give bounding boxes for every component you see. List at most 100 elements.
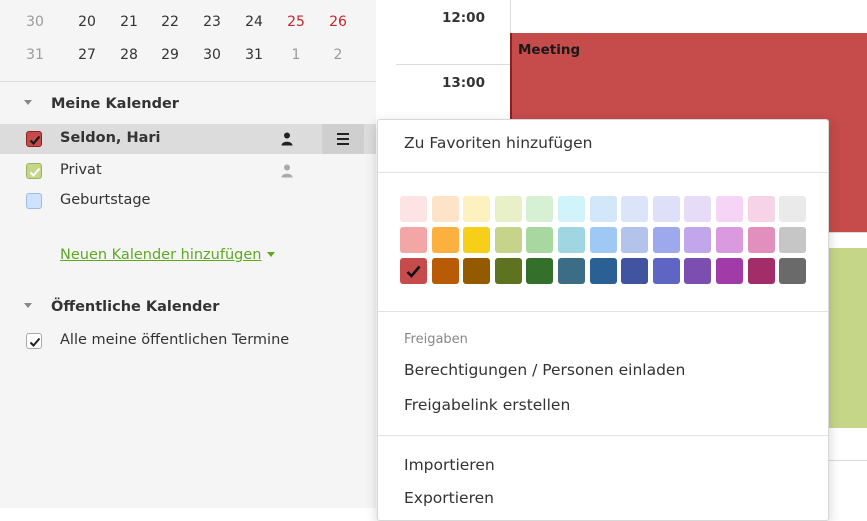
add-calendar-label: Neuen Kalender hinzufügen [60, 247, 262, 263]
import-item[interactable]: Importieren [404, 456, 495, 474]
public-calendars-header[interactable]: Öffentliche Kalender [24, 299, 219, 315]
time-label: 12:00 [442, 10, 485, 26]
calendar-folder-geburtstage[interactable]: Geburtstage [0, 186, 376, 216]
calendar-context-menu: Zu Favoriten hinzufügen Freigaben Berech… [377, 119, 829, 521]
color-swatch[interactable] [400, 196, 427, 222]
calendar-checkbox[interactable] [26, 193, 42, 209]
color-swatch[interactable] [526, 258, 554, 284]
menu-divider [378, 435, 828, 436]
menu-divider [378, 311, 828, 312]
color-swatch[interactable] [652, 258, 680, 284]
color-swatch[interactable] [652, 227, 680, 253]
divider [0, 81, 376, 82]
color-swatch[interactable] [400, 258, 427, 284]
day-cell[interactable]: 30 [201, 47, 223, 63]
color-swatch[interactable] [400, 227, 427, 253]
hour-gridline [827, 460, 867, 461]
color-swatch[interactable] [589, 196, 617, 222]
color-swatch[interactable] [494, 227, 522, 253]
day-cell[interactable]: 27 [76, 47, 98, 63]
day-cell[interactable]: 29 [159, 47, 181, 63]
color-swatch[interactable] [431, 227, 459, 253]
color-swatch[interactable] [684, 227, 712, 253]
hamburger-icon [337, 133, 349, 145]
checkmark-icon [29, 337, 41, 347]
color-swatch[interactable] [589, 258, 617, 284]
day-cell[interactable]: 1 [285, 47, 307, 63]
section-title: Öffentliche Kalender [51, 299, 220, 315]
color-swatch[interactable] [589, 227, 617, 253]
color-swatch[interactable] [716, 258, 743, 284]
color-swatch[interactable] [779, 196, 807, 222]
color-swatch[interactable] [621, 227, 649, 253]
calendar-folder-label: Privat [60, 162, 102, 178]
color-swatch[interactable] [779, 258, 807, 284]
public-calendar-label: Alle meine öffentlichen Termine [60, 332, 290, 348]
day-cell[interactable]: 31 [243, 47, 265, 63]
color-swatch[interactable] [747, 227, 775, 253]
day-cell[interactable]: 28 [118, 47, 140, 63]
public-calendar-all[interactable]: Alle meine öffentlichen Termine [0, 326, 376, 356]
time-label: 13:00 [442, 75, 485, 91]
caret-down-icon [267, 251, 276, 257]
color-swatch[interactable] [558, 196, 585, 222]
color-swatch[interactable] [431, 196, 459, 222]
color-swatch[interactable] [463, 196, 491, 222]
color-swatch[interactable] [747, 196, 775, 222]
day-cell[interactable]: 24 [243, 14, 265, 30]
color-swatch[interactable] [526, 227, 554, 253]
caret-down-icon [24, 99, 32, 105]
checkmark-icon [29, 167, 41, 177]
color-swatch[interactable] [779, 227, 807, 253]
caret-down-icon [24, 302, 32, 308]
share-link-item[interactable]: Freigabelink erstellen [404, 396, 570, 414]
calendar-checkbox[interactable] [26, 163, 42, 179]
day-cell[interactable]: 25 [285, 14, 307, 30]
color-swatch[interactable] [526, 196, 554, 222]
section-title: Meine Kalender [51, 96, 179, 112]
day-cell[interactable]: 26 [327, 14, 349, 30]
public-calendar-checkbox[interactable] [26, 333, 42, 349]
color-swatch[interactable] [684, 196, 712, 222]
permissions-item[interactable]: Berechtigungen / Personen einladen [404, 361, 685, 379]
sharing-header: Freigaben [404, 332, 468, 347]
add-calendar-link[interactable]: Neuen Kalender hinzufügen [60, 247, 276, 263]
color-swatch[interactable] [463, 227, 491, 253]
day-cell[interactable]: 21 [118, 14, 140, 30]
color-swatch[interactable] [621, 196, 649, 222]
calendar-folder-label: Seldon, Hari [60, 130, 161, 146]
week-number: 30 [26, 14, 44, 30]
day-cell[interactable]: 23 [201, 14, 223, 30]
calendar-folder-privat[interactable]: Privat [0, 156, 376, 186]
color-swatch[interactable] [494, 196, 522, 222]
color-swatch[interactable] [621, 258, 649, 284]
add-to-favorites-item[interactable]: Zu Favoriten hinzufügen [404, 134, 592, 152]
hour-gridline [396, 64, 510, 65]
day-cell[interactable]: 2 [327, 47, 349, 63]
color-swatch[interactable] [494, 258, 522, 284]
person-icon [281, 131, 293, 150]
color-swatch[interactable] [716, 227, 743, 253]
day-cell[interactable]: 22 [159, 14, 181, 30]
color-swatch[interactable] [747, 258, 775, 284]
day-cell[interactable]: 20 [76, 14, 98, 30]
checkmark-icon [406, 265, 421, 278]
color-swatch[interactable] [463, 258, 491, 284]
checkmark-icon [29, 135, 41, 146]
color-swatch[interactable] [716, 196, 743, 222]
color-swatch[interactable] [558, 258, 585, 284]
color-swatch[interactable] [684, 258, 712, 284]
calendar-checkbox[interactable] [26, 131, 42, 147]
export-item[interactable]: Exportieren [404, 489, 494, 507]
event-privat[interactable] [827, 248, 867, 428]
calendar-folder-label: Geburtstage [60, 192, 151, 208]
sidebar: 30 20 21 22 23 24 25 26 31 27 28 29 30 3… [0, 0, 376, 508]
week-number: 31 [26, 47, 44, 63]
color-swatch[interactable] [558, 227, 585, 253]
calendar-folder-seldon-hari[interactable]: Seldon, Hari [0, 124, 376, 154]
color-swatch[interactable] [431, 258, 459, 284]
color-swatch[interactable] [652, 196, 680, 222]
person-icon [281, 163, 293, 182]
folder-menu-button[interactable] [322, 124, 364, 154]
my-calendars-header[interactable]: Meine Kalender [24, 96, 179, 112]
